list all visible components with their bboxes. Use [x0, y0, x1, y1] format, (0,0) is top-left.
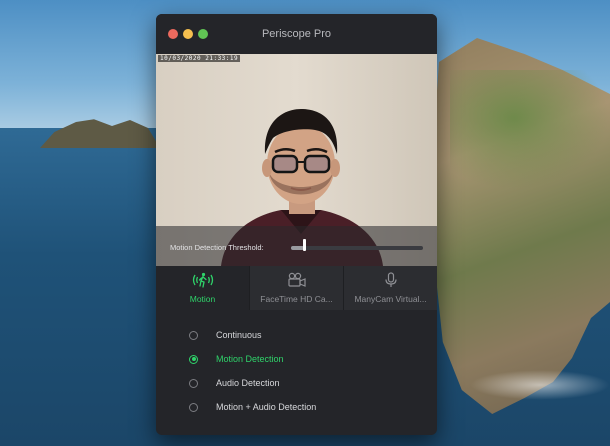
wallpaper-surf [470, 370, 610, 400]
option-motion-detection-label: Motion Detection [216, 354, 284, 364]
tab-motion-label: Motion [189, 294, 216, 304]
source-tabs: Motion FaceTime HD Ca... ManyCam Virtual… [156, 266, 437, 310]
wallpaper-vegetation [450, 70, 610, 190]
tab-facetime-camera[interactable]: FaceTime HD Ca... [250, 266, 344, 310]
radio-continuous[interactable] [189, 330, 198, 340]
tab-motion[interactable]: Motion [156, 266, 250, 310]
tab-manycam-virtual[interactable]: ManyCam Virtual... [344, 266, 437, 310]
title-bar[interactable]: Periscope Pro [156, 14, 437, 54]
option-motion-audio-detection[interactable]: Motion + Audio Detection [189, 400, 316, 414]
camera-preview: 10/03/2020 21:33:19 Motion Detection Thr… [156, 54, 437, 266]
radio-audio-detection[interactable] [189, 378, 198, 388]
motion-icon [156, 272, 249, 288]
option-motion-detection[interactable]: Motion Detection [189, 352, 284, 366]
option-audio-detection[interactable]: Audio Detection [189, 376, 280, 390]
app-window: Periscope Pro 10/03/2020 21:33:19 Motion… [156, 14, 437, 435]
option-motion-audio-detection-label: Motion + Audio Detection [216, 402, 317, 412]
radio-motion-detection[interactable] [189, 354, 198, 364]
threshold-slider-knob[interactable] [303, 239, 307, 251]
radio-motion-audio-detection[interactable] [189, 402, 198, 412]
tab-manycam-virtual-label: ManyCam Virtual... [354, 294, 427, 304]
threshold-slider-track[interactable] [291, 246, 423, 250]
microphone-icon [344, 272, 437, 288]
threshold-label: Motion Detection Threshold: [170, 243, 264, 252]
video-timestamp: 10/03/2020 21:33:19 [158, 55, 241, 62]
option-continuous[interactable]: Continuous [189, 328, 262, 342]
option-continuous-label: Continuous [216, 330, 262, 340]
window-title: Periscope Pro [261, 28, 332, 40]
camera-icon [250, 272, 343, 288]
option-audio-detection-label: Audio Detection [216, 378, 280, 388]
tab-facetime-camera-label: FaceTime HD Ca... [260, 294, 333, 304]
threshold-bar: Motion Detection Threshold: [156, 226, 437, 266]
